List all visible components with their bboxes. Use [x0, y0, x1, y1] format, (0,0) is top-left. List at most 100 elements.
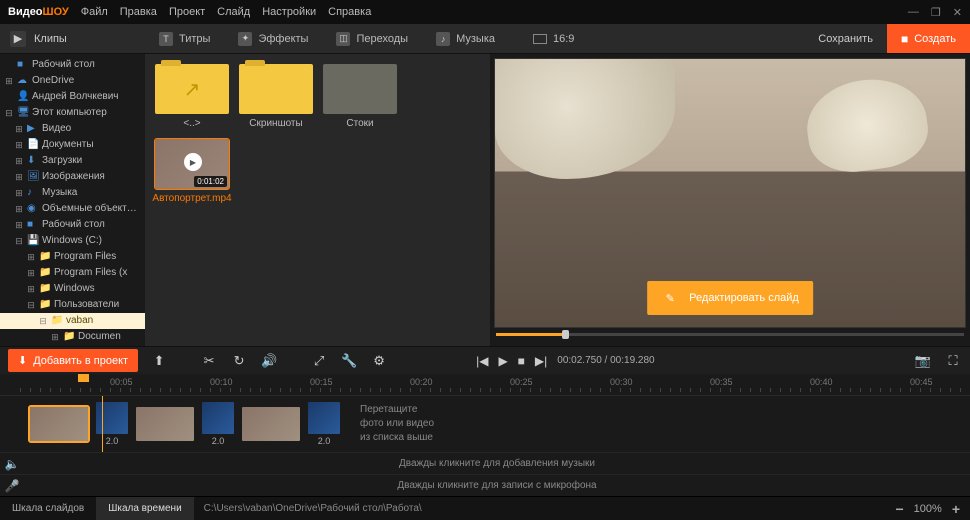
clips-button[interactable]: ▶ Клипы	[0, 24, 145, 53]
status-bar: Шкала слайдов Шкала времени C:\Users\vab…	[0, 496, 970, 520]
tree-node[interactable]: ⊞📁Program Files	[0, 249, 145, 265]
preview-panel: ✎ Редактировать слайд	[490, 54, 970, 346]
crop-icon[interactable]: ⤢	[310, 353, 328, 369]
playhead-icon[interactable]	[78, 374, 89, 382]
menu-edit[interactable]: Правка	[120, 6, 157, 18]
create-button[interactable]: ■Создать	[887, 24, 970, 53]
timeline-ruler[interactable]: 00:0500:1000:1500:2000:2500:3000:3500:40…	[0, 374, 970, 396]
mic-track[interactable]: 🎤 Дважды кликните для записи с микрофона	[0, 474, 970, 496]
ruler-mark: 00:05	[110, 377, 133, 387]
zoom-out-button[interactable]: −	[895, 501, 903, 517]
file-browser: <..>СкриншотыСтоки ▶0:01:02Автопортрет.mp…	[145, 54, 490, 346]
time-display: 00:02.750 / 00:19.280	[557, 355, 654, 366]
download-icon: ⬇	[18, 354, 27, 367]
wrench-icon[interactable]: 🔧	[340, 353, 358, 369]
scale-slides-tab[interactable]: Шкала слайдов	[0, 497, 96, 520]
transition-clip[interactable]: 2.0	[96, 402, 128, 446]
stop-icon[interactable]: ■	[518, 354, 525, 368]
upload-icon[interactable]: ⬆	[150, 353, 168, 369]
edit-slide-button[interactable]: ✎ Редактировать слайд	[647, 281, 813, 315]
snapshot-icon[interactable]: 📷	[914, 353, 932, 369]
browser-item[interactable]: Скриншоты	[239, 64, 313, 129]
transition-clip[interactable]: 2.0	[308, 402, 340, 446]
menu-bar: ВидеоШОУ Файл Правка Проект Слайд Настро…	[0, 0, 970, 24]
cut-icon[interactable]: ✂	[200, 353, 218, 369]
aspect-ratio[interactable]: 16:9	[521, 24, 586, 53]
scale-time-tab[interactable]: Шкала времени	[96, 497, 193, 520]
status-path: C:\Users\vaban\OneDrive\Рабочий стол\Раб…	[194, 503, 432, 514]
maximize-icon[interactable]: ❐	[931, 6, 941, 19]
tree-node[interactable]: ⊞⬇Загрузки	[0, 153, 145, 169]
ruler-mark: 00:25	[510, 377, 533, 387]
app-logo: ВидеоШОУ	[8, 6, 69, 18]
save-button[interactable]: Сохранить	[804, 24, 887, 53]
tree-node[interactable]: 👤Андрей Волчкевич	[0, 89, 145, 105]
aspect-icon	[533, 34, 547, 44]
tree-node[interactable]: ⊞📄Документы	[0, 137, 145, 153]
tree-node[interactable]: ⊞☁OneDrive	[0, 73, 145, 89]
zoom-in-button[interactable]: +	[952, 501, 960, 517]
effects-icon: ✦	[238, 32, 252, 46]
top-toolbar: ▶ Клипы TТитры ✦Эффекты ◫Переходы ♪Музык…	[0, 24, 970, 54]
gear-icon[interactable]: ⚙	[370, 353, 388, 369]
ruler-mark: 00:30	[610, 377, 633, 387]
fullscreen-icon[interactable]: ⛶	[944, 353, 962, 369]
clips-label: Клипы	[34, 33, 67, 45]
tree-node[interactable]: ⊟📁Пользователи	[0, 297, 145, 313]
tree-node[interactable]: ⊞🖼Изображения	[0, 169, 145, 185]
menu-project[interactable]: Проект	[169, 6, 205, 18]
tab-effects[interactable]: ✦Эффекты	[224, 24, 322, 53]
tab-transitions[interactable]: ◫Переходы	[322, 24, 422, 53]
camera-icon: ■	[901, 32, 908, 46]
mic-icon[interactable]: 🎤	[0, 479, 24, 493]
preview-image[interactable]: ✎ Редактировать слайд	[494, 58, 966, 328]
folder-tree[interactable]: ■Рабочий стол⊞☁OneDrive👤Андрей Волчкевич…	[0, 54, 145, 346]
zoom-controls: − 100% +	[885, 501, 970, 517]
drop-hint: Перетащитефото или видеоиз списка выше	[360, 403, 434, 445]
tree-node[interactable]: ⊞📁Documen	[0, 329, 145, 345]
tree-node[interactable]: ⊞■Рабочий стол	[0, 217, 145, 233]
close-icon[interactable]: ✕	[953, 6, 962, 19]
transitions-icon: ◫	[336, 32, 350, 46]
tree-node[interactable]: ⊞◉Объемные объект…	[0, 201, 145, 217]
volume-icon[interactable]: 🔊	[260, 353, 278, 369]
music-track[interactable]: 🔈 Дважды кликните для добавления музыки	[0, 452, 970, 474]
browser-item[interactable]: Стоки	[323, 64, 397, 129]
ruler-mark: 00:45	[910, 377, 933, 387]
timeline: 00:0500:1000:1500:2000:2500:3000:3500:40…	[0, 374, 970, 496]
menu-file[interactable]: Файл	[81, 6, 108, 18]
minimize-icon[interactable]: —	[908, 6, 919, 19]
tab-titles[interactable]: TТитры	[145, 24, 224, 53]
ruler-mark: 00:20	[410, 377, 433, 387]
action-toolbar: ⬇Добавить в проект ⬆ ✂ ↻ 🔊 ⤢ 🔧 ⚙ |◀ ▶ ■ …	[0, 346, 970, 374]
transition-clip[interactable]: 2.0	[202, 402, 234, 446]
rotate-icon[interactable]: ↻	[230, 353, 248, 369]
playhead-line[interactable]	[102, 396, 103, 452]
tab-music[interactable]: ♪Музыка	[422, 24, 509, 53]
tree-node[interactable]: ⊟🖥Этот компьютер	[0, 105, 145, 121]
tree-node[interactable]: ⊞♪Музыка	[0, 185, 145, 201]
preview-scrubber[interactable]	[494, 328, 966, 342]
play-button-icon[interactable]: ▶	[498, 354, 507, 368]
tree-node[interactable]: ⊞📁Windows	[0, 281, 145, 297]
add-to-project-button[interactable]: ⬇Добавить в проект	[8, 349, 138, 372]
next-frame-icon[interactable]: ▶|	[535, 354, 547, 368]
tree-node[interactable]: ■Рабочий стол	[0, 57, 145, 73]
speaker-icon[interactable]: 🔈	[0, 457, 24, 471]
tree-node[interactable]: ⊟📁vaban	[0, 313, 145, 329]
tree-node[interactable]: ⊞▶Видео	[0, 121, 145, 137]
menu-slide[interactable]: Слайд	[217, 6, 250, 18]
tree-node[interactable]: ⊞📁Program Files (x	[0, 265, 145, 281]
video-clip[interactable]	[30, 407, 88, 441]
browser-item[interactable]: ▶0:01:02Автопортрет.mp4	[155, 139, 229, 204]
menu-settings[interactable]: Настройки	[262, 6, 316, 18]
tree-node[interactable]: ⊟💾Windows (C:)	[0, 233, 145, 249]
menu-help[interactable]: Справка	[328, 6, 371, 18]
video-clip[interactable]	[136, 407, 194, 441]
music-icon: ♪	[436, 32, 450, 46]
play-icon: ▶	[10, 31, 26, 47]
zoom-value: 100%	[914, 503, 942, 515]
browser-item[interactable]: <..>	[155, 64, 229, 129]
prev-frame-icon[interactable]: |◀	[476, 354, 488, 368]
video-clip[interactable]	[242, 407, 300, 441]
